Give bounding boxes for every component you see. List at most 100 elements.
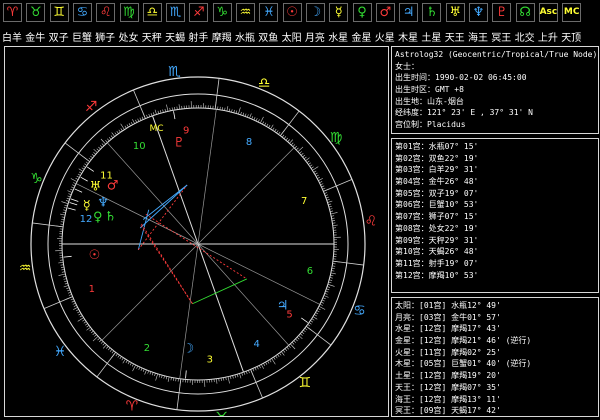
degree-tick — [265, 362, 266, 365]
degree-tick — [287, 347, 289, 349]
venus-button[interactable]: ♀ — [353, 3, 372, 22]
info-line: 出生时区：GMT +8 — [395, 84, 595, 96]
info-line: 水星：[12宫] 摩羯17° 43' — [395, 323, 595, 335]
scorpio-button[interactable]: ♏ — [166, 3, 185, 22]
degree-tick — [271, 125, 274, 129]
degree-tick — [66, 200, 69, 201]
zodiac-planet-toolbar: ♈白羊♉金牛♊双子♋巨蟹♌狮子♍处女♎天秤♏天蝎♐射手♑摩羯♒水瓶♓双鱼☉太阳☽… — [0, 0, 600, 44]
degree-tick — [101, 341, 103, 343]
toolbar-label: 火星 — [372, 29, 398, 44]
planet-pointer — [87, 167, 94, 172]
degree-tick — [308, 324, 310, 326]
toolbar-label: 木星 — [395, 29, 421, 44]
degree-tick — [94, 149, 98, 152]
degree-tick — [70, 189, 73, 190]
degree-tick — [228, 377, 230, 384]
gemini-button[interactable]: ♊ — [50, 3, 69, 22]
sagittarius-button[interactable]: ♐ — [189, 3, 208, 22]
degree-tick — [64, 207, 67, 208]
degree-tick — [275, 129, 277, 131]
degree-tick — [299, 335, 303, 338]
uranus-button[interactable]: ♅ — [446, 3, 465, 22]
degree-tick — [216, 379, 217, 384]
moon-button[interactable]: ☽ — [306, 3, 325, 22]
degree-tick — [320, 184, 323, 185]
degree-tick — [146, 115, 147, 118]
aspect-line — [192, 279, 246, 304]
degree-tick — [276, 356, 278, 358]
degree-tick — [291, 143, 293, 145]
degree-tick — [161, 375, 162, 378]
sign-boundary — [333, 261, 364, 265]
degree-tick — [315, 313, 318, 315]
degree-tick — [63, 276, 66, 277]
degree-tick — [328, 201, 333, 203]
sign-boundary — [215, 78, 219, 109]
pluto-button[interactable]: ♇ — [492, 3, 511, 22]
sign-boundary — [97, 352, 116, 377]
degree-tick — [133, 365, 136, 371]
degree-tick — [252, 116, 253, 119]
degree-tick — [64, 281, 67, 282]
degree-tick — [331, 271, 334, 272]
capricorn-button[interactable]: ♑ — [213, 3, 232, 22]
midheaven-button[interactable]: MC — [562, 3, 581, 22]
mercury-button[interactable]: ☿ — [329, 3, 348, 22]
degree-tick — [331, 273, 336, 274]
degree-tick — [298, 147, 303, 152]
jupiter-button[interactable]: ♃ — [399, 3, 418, 22]
degree-tick — [129, 123, 130, 126]
pisces-button[interactable]: ♓ — [259, 3, 278, 22]
degree-tick — [313, 317, 317, 320]
degree-tick — [126, 360, 128, 363]
degree-tick — [125, 126, 127, 129]
virgo-icon: ♍ — [330, 130, 343, 146]
degree-tick — [117, 131, 119, 133]
cancer-button[interactable]: ♋ — [73, 3, 92, 22]
virgo-button[interactable]: ♍ — [120, 3, 139, 22]
sun-button[interactable]: ☉ — [283, 3, 302, 22]
degree-tick — [109, 137, 111, 139]
degree-tick — [139, 367, 140, 370]
degree-tick — [296, 148, 298, 150]
mars-button[interactable]: ♂ — [376, 3, 395, 22]
planet-pointer — [174, 111, 175, 119]
degree-tick — [330, 209, 333, 210]
degree-tick — [76, 309, 79, 310]
degree-tick — [165, 109, 166, 112]
toolbar-label: 水星 — [325, 29, 351, 44]
degree-tick — [61, 219, 64, 220]
degree-tick — [103, 345, 106, 349]
degree-tick — [84, 164, 86, 166]
planet-pointer — [75, 189, 82, 192]
taurus-button[interactable]: ♉ — [26, 3, 45, 22]
info-line: 经纬度：121° 23' E , 37° 31' N — [395, 107, 595, 119]
degree-tick — [307, 161, 309, 163]
north-node-button[interactable]: ☊ — [516, 3, 535, 22]
degree-tick — [246, 371, 247, 374]
neptune-button[interactable]: ♆ — [469, 3, 488, 22]
degree-tick — [293, 144, 295, 146]
aries-button[interactable]: ♈ — [3, 3, 22, 22]
gemini-icon: ♊ — [53, 6, 65, 19]
degree-tick — [128, 361, 130, 364]
degree-tick — [333, 225, 338, 226]
degree-tick — [255, 368, 256, 371]
saturn-button[interactable]: ♄ — [422, 3, 441, 22]
degree-tick — [242, 373, 243, 376]
degree-tick — [140, 118, 141, 121]
degree-tick — [254, 117, 255, 120]
ascendant-button[interactable]: Asc — [539, 3, 558, 22]
aquarius-button[interactable]: ♒ — [236, 3, 255, 22]
degree-tick — [59, 274, 66, 276]
degree-tick — [64, 285, 69, 287]
degree-tick — [259, 365, 260, 368]
degree-tick — [98, 338, 100, 340]
libra-button[interactable]: ♎ — [143, 3, 162, 22]
degree-tick — [83, 166, 85, 168]
house-cusp-line — [198, 148, 294, 244]
degree-tick — [327, 287, 330, 288]
leo-button[interactable]: ♌ — [96, 3, 115, 22]
house-number: 12 — [80, 214, 93, 225]
toolbar-label: 双鱼 — [255, 29, 281, 44]
